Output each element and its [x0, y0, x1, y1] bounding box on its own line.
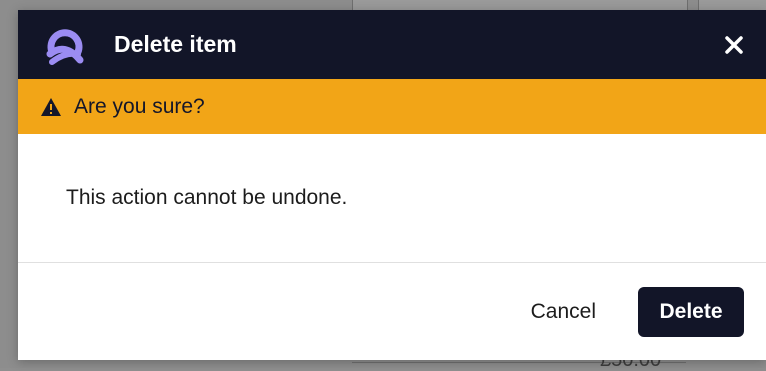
brand-q-logo-icon	[38, 18, 92, 72]
warning-banner: Are you sure?	[18, 79, 766, 134]
dialog-header: Delete item	[18, 10, 766, 79]
close-button[interactable]	[718, 29, 750, 61]
close-icon	[725, 35, 743, 54]
dialog-title: Delete item	[114, 31, 237, 57]
cancel-button[interactable]: Cancel	[531, 300, 596, 324]
warning-triangle-icon	[40, 96, 62, 118]
dialog-message: This action cannot be undone.	[66, 186, 348, 209]
delete-item-dialog: Delete item Are you sure? This action ca…	[18, 10, 766, 360]
delete-button[interactable]: Delete	[638, 287, 744, 337]
dialog-body: This action cannot be undone.	[18, 134, 766, 262]
dialog-footer: Cancel Delete	[18, 262, 766, 359]
warning-text: Are you sure?	[74, 94, 205, 118]
